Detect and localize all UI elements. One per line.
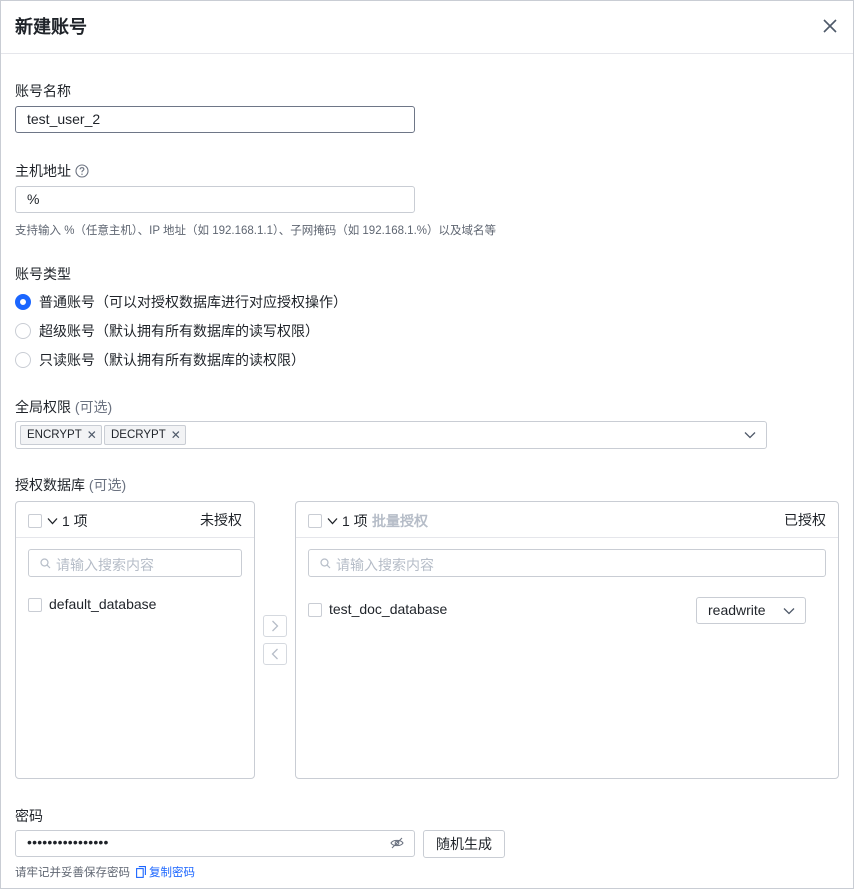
- list-item[interactable]: test_doc_database: [329, 601, 447, 617]
- authorized-label: 已授权: [784, 512, 826, 528]
- dialog-header: 新建账号: [1, 1, 853, 54]
- search-placeholder: 请输入搜索内容: [336, 557, 434, 573]
- authorized-panel: 1 项 批量授权 已授权 请输入搜索内容 test_doc_database r…: [295, 501, 839, 779]
- copy-password-label: 复制密码: [149, 867, 195, 879]
- radio-readonly-account[interactable]: 只读账号（默认拥有所有数据库的读权限）: [15, 350, 305, 370]
- account-name-label: 账号名称: [15, 83, 71, 99]
- databases-label-text: 授权数据库: [15, 477, 85, 493]
- chevron-left-icon: [271, 648, 278, 660]
- eye-off-icon[interactable]: [390, 837, 404, 849]
- copy-icon: [136, 866, 146, 878]
- optional-text: (可选): [88, 477, 127, 493]
- tag-label: DECRYPT: [111, 429, 166, 441]
- chevron-right-icon: [272, 620, 279, 632]
- copy-password-link[interactable]: 复制密码: [136, 864, 195, 880]
- search-icon: [320, 558, 331, 569]
- list-item[interactable]: default_database: [49, 596, 156, 612]
- account-name-input[interactable]: test_user_2: [15, 106, 415, 133]
- radio-button[interactable]: [15, 352, 31, 368]
- tag-decrypt: DECRYPT ✕: [104, 425, 186, 445]
- databases-label: 授权数据库 (可选): [15, 475, 126, 495]
- chevron-down-icon[interactable]: [744, 431, 756, 439]
- search-placeholder: 请输入搜索内容: [56, 557, 154, 573]
- chevron-down-icon[interactable]: [327, 517, 338, 525]
- radio-button-selected[interactable]: [15, 294, 31, 310]
- unauthorized-panel: 1 项 未授权 请输入搜索内容 default_database: [15, 501, 255, 779]
- close-icon[interactable]: [819, 15, 841, 37]
- right-search-input[interactable]: 请输入搜索内容: [308, 549, 826, 577]
- move-right-button[interactable]: [263, 615, 287, 637]
- radio-label: 只读账号（默认拥有所有数据库的读权限）: [39, 352, 305, 368]
- item-count: 1 项: [62, 513, 88, 529]
- select-all-checkbox[interactable]: [308, 514, 322, 528]
- move-left-button[interactable]: [263, 643, 287, 665]
- batch-authorize-button[interactable]: 批量授权: [372, 511, 428, 531]
- chevron-down-icon: [783, 608, 795, 615]
- permission-select[interactable]: readwrite: [696, 597, 806, 624]
- generate-password-button[interactable]: 随机生成: [423, 830, 505, 858]
- radio-label: 普通账号（可以对授权数据库进行对应授权操作）: [39, 294, 347, 310]
- password-input[interactable]: ••••••••••••••••: [15, 830, 415, 857]
- password-hint-row: 请牢记并妥善保存密码 复制密码: [15, 864, 195, 880]
- item-count: 1 项: [342, 513, 368, 529]
- password-hint: 请牢记并妥善保存密码: [15, 867, 130, 879]
- tag-remove-icon[interactable]: ✕: [171, 426, 181, 444]
- unauthorized-label: 未授权: [200, 512, 242, 528]
- optional-text: (可选): [74, 399, 113, 415]
- tag-label: ENCRYPT: [27, 429, 82, 441]
- host-input[interactable]: %: [15, 186, 415, 213]
- search-icon: [40, 558, 51, 569]
- left-search-input[interactable]: 请输入搜索内容: [28, 549, 242, 577]
- tag-remove-icon[interactable]: ✕: [87, 426, 97, 444]
- item-checkbox[interactable]: [28, 598, 42, 612]
- radio-button[interactable]: [15, 323, 31, 339]
- password-value: ••••••••••••••••: [27, 834, 109, 850]
- host-label-text: 主机地址: [15, 163, 71, 179]
- dialog-title: 新建账号: [15, 17, 87, 37]
- global-privileges-label: 全局权限 (可选): [15, 397, 112, 417]
- account-type-label: 账号类型: [15, 266, 71, 282]
- host-hint: 支持输入 %（任意主机）、IP 地址（如 192.168.1.1）、子网掩码（如…: [15, 225, 496, 237]
- help-icon[interactable]: [75, 164, 89, 178]
- radio-super-account[interactable]: 超级账号（默认拥有所有数据库的读写权限）: [15, 321, 319, 341]
- panel-header: 1 项 批量授权 已授权: [296, 502, 838, 538]
- chevron-down-icon[interactable]: [47, 517, 58, 525]
- create-account-dialog: 新建账号 账号名称 test_user_2 主机地址 % 支持输入 %（任意主机…: [0, 0, 854, 889]
- select-all-checkbox[interactable]: [28, 514, 42, 528]
- panel-header: 1 项 未授权: [16, 502, 254, 538]
- global-privileges-select[interactable]: ENCRYPT ✕ DECRYPT ✕: [15, 421, 767, 449]
- global-privileges-label-text: 全局权限: [15, 399, 71, 415]
- password-label: 密码: [15, 808, 43, 824]
- permission-value: readwrite: [708, 602, 766, 618]
- host-label: 主机地址: [15, 161, 89, 181]
- radio-normal-account[interactable]: 普通账号（可以对授权数据库进行对应授权操作）: [15, 292, 347, 312]
- tag-encrypt: ENCRYPT ✕: [20, 425, 102, 445]
- item-checkbox[interactable]: [308, 603, 322, 617]
- radio-label: 超级账号（默认拥有所有数据库的读写权限）: [39, 323, 319, 339]
